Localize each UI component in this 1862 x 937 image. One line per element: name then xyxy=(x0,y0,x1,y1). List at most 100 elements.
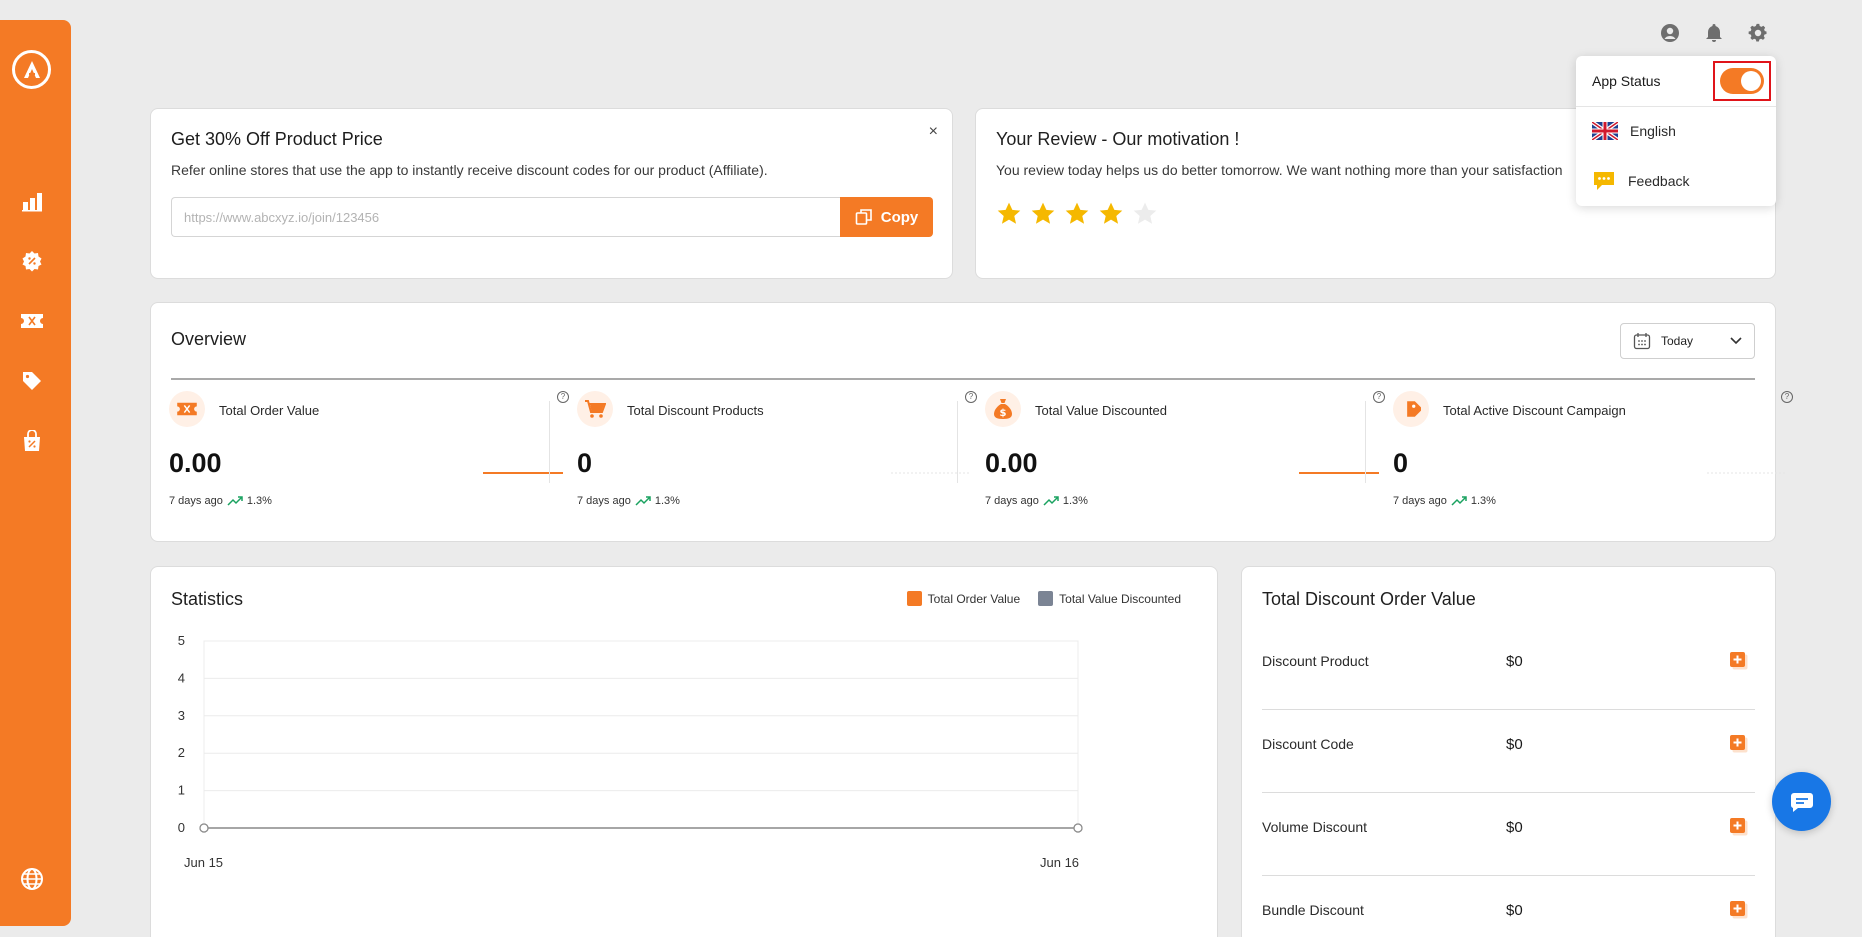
sidebar xyxy=(0,20,71,926)
y-tick-label: 2 xyxy=(178,745,185,760)
metric-total-value-discounted: $ Total Value Discounted ? 0.00 7 days a… xyxy=(985,391,1393,507)
tag-icon[interactable] xyxy=(19,368,45,394)
add-discount-icon[interactable] xyxy=(1729,651,1749,671)
y-tick-label: 0 xyxy=(178,820,185,835)
help-icon[interactable]: ? xyxy=(1373,391,1385,403)
copy-button[interactable]: Copy xyxy=(840,197,933,237)
legend-item[interactable]: Total Order Value xyxy=(906,591,1021,606)
app-status-toggle[interactable] xyxy=(1720,68,1764,94)
chat-bubble-icon xyxy=(1790,792,1813,812)
star-icon[interactable] xyxy=(1064,201,1090,227)
settings-gear-icon[interactable] xyxy=(1745,20,1771,46)
toggle-knob xyxy=(1741,71,1761,91)
discount-row-value: $0 xyxy=(1506,736,1523,753)
metric-value: 0.00 xyxy=(985,448,1038,478)
discount-row-value: $0 xyxy=(1506,902,1523,919)
language-label: English xyxy=(1630,123,1676,139)
globe-icon[interactable] xyxy=(19,866,45,892)
data-point xyxy=(199,823,209,833)
trend-up-icon xyxy=(1451,496,1467,506)
close-icon[interactable]: × xyxy=(929,123,938,141)
uk-flag-icon xyxy=(1592,122,1618,140)
statistics-card: Statistics Total Order Value Total Value… xyxy=(150,566,1218,937)
metric-change: 1.3% xyxy=(1062,495,1088,507)
add-discount-icon[interactable] xyxy=(1729,900,1749,920)
discount-row: Discount Product $0 xyxy=(1262,627,1755,710)
metric-trend: 7 days ago 1.3% xyxy=(1393,495,1496,507)
chevron-down-icon xyxy=(1730,337,1742,345)
copy-button-label: Copy xyxy=(880,208,919,226)
date-filter-select[interactable]: Today xyxy=(1620,323,1755,359)
metric-total-order-value: Total Order Value ? 0.00 7 days ago 1.3% xyxy=(169,391,577,507)
user-account-icon[interactable] xyxy=(1657,20,1683,46)
app-logo-icon[interactable] xyxy=(12,50,51,89)
review-title: Your Review - Our motivation ! xyxy=(996,129,1240,149)
metric-sparkline xyxy=(483,472,563,474)
legend-label: Total Order Value xyxy=(927,591,1021,606)
overview-title: Overview xyxy=(171,329,247,349)
add-discount-icon[interactable] xyxy=(1729,817,1749,837)
settings-dropdown-menu: App Status English Feedback xyxy=(1576,56,1776,206)
star-icon[interactable] xyxy=(1030,201,1056,227)
affiliate-title: Get 30% Off Product Price xyxy=(171,129,383,149)
star-icon[interactable] xyxy=(996,201,1022,227)
discount-row: Volume Discount $0 xyxy=(1262,793,1755,876)
chat-support-button[interactable] xyxy=(1772,772,1831,831)
metric-change: 1.3% xyxy=(246,495,272,507)
metric-period: 7 days ago xyxy=(577,495,631,507)
review-subtitle: You review today helps us do better tomo… xyxy=(996,162,1563,178)
metric-period: 7 days ago xyxy=(1393,495,1447,507)
metric-trend: 7 days ago 1.3% xyxy=(985,495,1088,507)
legend-swatch xyxy=(906,591,922,606)
page-scrollbar[interactable] xyxy=(1856,0,1862,937)
metric-divider xyxy=(957,401,958,483)
discount-row-name: Discount Product xyxy=(1262,653,1369,669)
help-icon[interactable]: ? xyxy=(557,391,569,403)
star-rating[interactable] xyxy=(996,201,1158,227)
x-tick-label: Jun 16 xyxy=(1040,855,1079,870)
metric-divider xyxy=(1365,401,1366,483)
affiliate-subtitle: Refer online stores that use the app to … xyxy=(171,162,768,178)
discount-badge-icon[interactable] xyxy=(19,248,45,274)
legend-swatch xyxy=(1038,591,1054,606)
add-discount-icon[interactable] xyxy=(1729,734,1749,754)
chart-legend: Total Order Value Total Value Discounted xyxy=(906,591,1181,606)
y-tick-label: 3 xyxy=(178,708,185,723)
metric-period: 7 days ago xyxy=(169,495,223,507)
metric-value: 0 xyxy=(577,448,593,478)
cart-icon xyxy=(577,391,613,427)
metric-value: 0 xyxy=(1393,448,1409,478)
trend-up-icon xyxy=(227,496,243,506)
money-bag-icon: $ xyxy=(985,391,1021,427)
metric-sparkline xyxy=(1299,472,1379,474)
metric-label: Total Order Value xyxy=(219,403,320,418)
ticket-icon[interactable] xyxy=(19,308,45,334)
discount-row-name: Bundle Discount xyxy=(1262,902,1364,918)
metric-divider xyxy=(549,401,550,483)
help-icon[interactable]: ? xyxy=(1781,391,1793,403)
tag-icon xyxy=(1393,391,1429,427)
discount-row-name: Volume Discount xyxy=(1262,819,1368,835)
star-icon[interactable] xyxy=(1098,201,1124,227)
referral-link-input[interactable] xyxy=(171,197,841,237)
metric-sparkline xyxy=(1707,472,1787,474)
dashboard-chart-icon[interactable] xyxy=(19,188,45,214)
help-icon[interactable]: ? xyxy=(965,391,977,403)
metric-trend: 7 days ago 1.3% xyxy=(169,495,272,507)
star-icon[interactable] xyxy=(1132,201,1158,227)
feedback-menu-item[interactable]: Feedback xyxy=(1592,166,1689,196)
feedback-label: Feedback xyxy=(1628,173,1690,189)
data-point xyxy=(1073,823,1083,833)
statistics-chart: 0 1 2 3 4 5 Jun 15 Jun 16 xyxy=(178,633,1083,870)
language-menu-item[interactable]: English xyxy=(1592,116,1676,146)
legend-item[interactable]: Total Value Discounted xyxy=(1038,591,1181,606)
shopping-bag-discount-icon[interactable] xyxy=(19,428,45,454)
y-tick-label: 4 xyxy=(178,670,185,685)
calendar-icon xyxy=(1633,333,1651,350)
legend-label: Total Value Discounted xyxy=(1059,591,1181,606)
affiliate-card: Get 30% Off Product Price Refer online s… xyxy=(150,108,953,279)
svg-text:$: $ xyxy=(1000,408,1007,419)
notification-bell-icon[interactable] xyxy=(1701,20,1727,46)
y-tick-label: 5 xyxy=(178,633,185,648)
metric-trend: 7 days ago 1.3% xyxy=(577,495,680,507)
